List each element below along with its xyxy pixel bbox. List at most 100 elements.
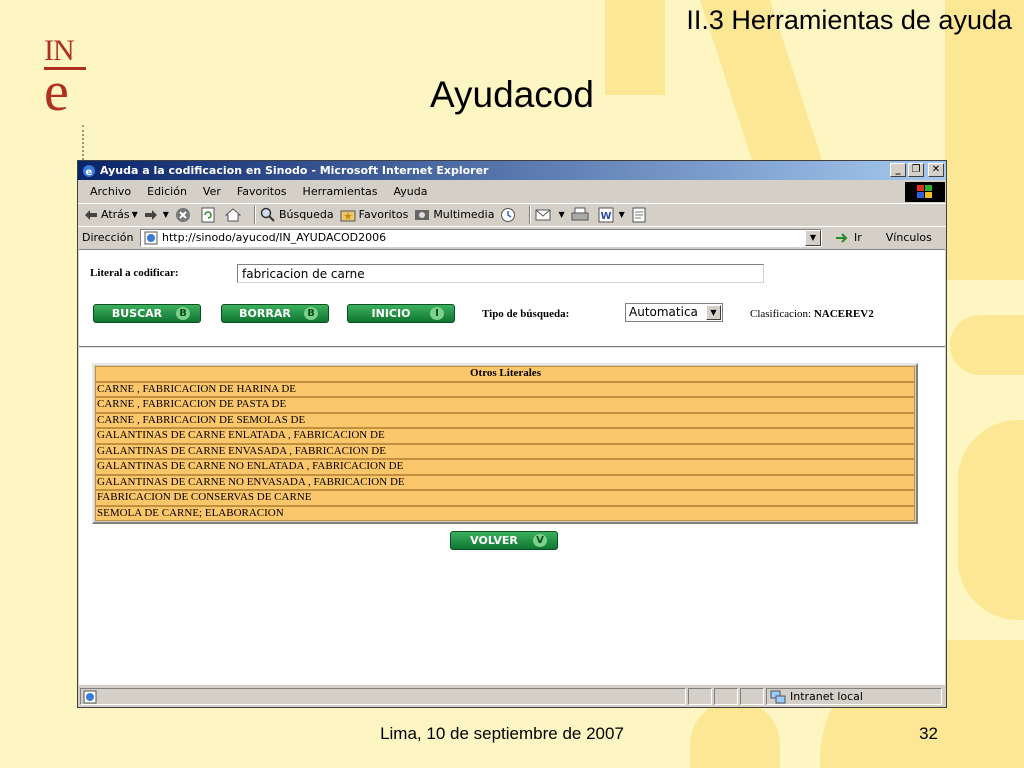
inicio-shortcut-key: I [430, 307, 444, 320]
back-button[interactable]: Atrás ▼ [84, 208, 138, 221]
browser-window: e Ayuda a la codificacion en Sinodo - Mi… [77, 160, 947, 708]
menu-herramientas[interactable]: Herramientas [295, 185, 386, 198]
go-arrow-icon [836, 232, 848, 243]
status-panel [688, 688, 712, 705]
menu-favoritos[interactable]: Favoritos [229, 185, 295, 198]
menu-ver[interactable]: Ver [195, 185, 229, 198]
address-label: Dirección [82, 231, 134, 244]
ie-icon: e [83, 164, 95, 178]
svg-text:W: W [600, 211, 611, 222]
buscar-button[interactable]: BUSCAR B [93, 304, 201, 323]
borrar-button[interactable]: BORRAR B [221, 304, 329, 323]
table-row[interactable]: CARNE , FABRICACION DE HARINA DE [95, 381, 915, 397]
history-button[interactable] [500, 207, 519, 223]
table-row[interactable]: CARNE , FABRICACION DE PASTA DE [95, 397, 915, 413]
literal-input[interactable] [237, 264, 764, 283]
close-button[interactable]: ✕ [928, 163, 944, 177]
table-row[interactable]: GALANTINAS DE CARNE ENVASADA , FABRICACI… [95, 443, 915, 459]
table-row[interactable]: CARNE , FABRICACION DE SEMOLAS DE [95, 412, 915, 428]
volver-label: VOLVER [470, 534, 518, 547]
forward-button[interactable]: ▼ [144, 209, 169, 221]
multimedia-icon [415, 209, 430, 220]
search-label: Búsqueda [278, 208, 334, 221]
home-button[interactable] [224, 207, 244, 223]
watermark-shape [958, 420, 1024, 620]
borrar-shortcut-key: B [304, 307, 318, 320]
table-row[interactable]: SEMOLA DE CARNE; ELABORACION [95, 505, 915, 521]
table-row[interactable]: GALANTINAS DE CARNE ENLATADA , FABRICACI… [95, 428, 915, 444]
page-done-icon [83, 690, 97, 703]
go-button[interactable]: Ir [835, 231, 862, 245]
window-titlebar[interactable]: e Ayuda a la codificacion en Sinodo - Mi… [78, 161, 946, 180]
status-panel [714, 688, 738, 705]
maximize-button[interactable]: ❐ [908, 163, 924, 177]
table-header: Otros Literales [95, 366, 915, 382]
windows-flag-icon [917, 185, 932, 198]
history-icon [501, 207, 516, 222]
volver-button[interactable]: VOLVER V [450, 531, 558, 550]
links-button[interactable]: Vínculos [886, 231, 932, 244]
search-button[interactable]: Búsqueda [260, 207, 334, 223]
refresh-button[interactable] [200, 207, 219, 223]
intranet-icon [770, 690, 786, 703]
dropdown-arrow-icon[interactable]: ▼ [558, 210, 564, 219]
buscar-label: BUSCAR [111, 307, 163, 320]
discuss-button[interactable] [631, 207, 650, 223]
page-icon [144, 231, 158, 244]
address-input[interactable]: http://sinodo/ayucod/IN_AYUDACOD2006 [140, 228, 822, 247]
literal-label: Literal a codificar: [90, 267, 179, 279]
footer-date: Lima, 10 de septiembre de 2007 [380, 724, 624, 743]
dropdown-arrow-icon[interactable]: ▼ [619, 210, 625, 219]
menu-archivo[interactable]: Archivo [82, 185, 139, 198]
print-icon [571, 207, 589, 220]
security-zone-label: Intranet local [790, 690, 863, 703]
standard-toolbar: Atrás▼ ▼ Búsqueda Favoritos Multimedia [78, 203, 946, 225]
svg-text:e: e [86, 167, 93, 178]
chevron-down-icon[interactable]: ▼ [706, 305, 721, 320]
toolbar-separator [253, 205, 256, 224]
dropdown-arrow-icon[interactable]: ▼ [163, 210, 169, 219]
slide-title: Ayudacod [430, 74, 594, 115]
stop-button[interactable] [175, 207, 194, 223]
security-zone[interactable]: Intranet local [766, 688, 942, 705]
multimedia-button[interactable]: Multimedia [414, 207, 494, 223]
status-bar: Intranet local [78, 686, 946, 707]
clasificacion-value: NACEREV2 [813, 308, 874, 320]
stop-icon [175, 207, 190, 222]
favorites-button[interactable]: Favoritos [340, 207, 408, 223]
address-dropdown-button[interactable]: ▼ [805, 229, 821, 246]
minimize-button[interactable]: _ [890, 163, 906, 177]
dropdown-arrow-icon[interactable]: ▼ [132, 210, 138, 219]
window-title: Ayuda a la codificacion en Sinodo - Micr… [100, 164, 489, 177]
status-panel [740, 688, 764, 705]
tipo-busqueda-select[interactable]: Automatica ▼ [625, 303, 723, 322]
print-button[interactable] [571, 207, 592, 223]
address-url: http://sinodo/ayucod/IN_AYUDACOD2006 [162, 231, 387, 244]
inicio-button[interactable]: INICIO I [347, 304, 455, 323]
search-icon [260, 207, 275, 222]
clasificacion-info: Clasificacion: NACEREV2 [750, 308, 874, 320]
mail-button[interactable]: ▼ [535, 207, 565, 223]
clasificacion-label: Clasificacion: [750, 308, 812, 320]
buscar-shortcut-key: B [176, 307, 190, 320]
table-row[interactable]: GALANTINAS DE CARNE NO ENVASADA , FABRIC… [95, 474, 915, 490]
address-bar: Dirección http://sinodo/ayucod/IN_AYUDAC… [78, 226, 946, 248]
forward-arrow-icon [144, 209, 157, 220]
mail-icon [535, 209, 551, 220]
borrar-label: BORRAR [239, 307, 291, 320]
menu-ayuda[interactable]: Ayuda [385, 185, 435, 198]
edit-word-button[interactable]: W ▼ [598, 207, 625, 223]
table-row[interactable]: FABRICACION DE CONSERVAS DE CARNE [95, 490, 915, 506]
page-content: Literal a codificar: BUSCAR B BORRAR B I… [79, 249, 945, 685]
volver-shortcut-key: V [533, 534, 547, 547]
favorites-icon [340, 210, 356, 221]
otros-literales-table: Otros Literales CARNE , FABRICACION DE H… [92, 363, 918, 524]
slide-section-title: II.3 Herramientas de ayuda [686, 5, 1012, 35]
refresh-icon [201, 207, 215, 222]
menu-edicion[interactable]: Edición [139, 185, 195, 198]
table-row[interactable]: GALANTINAS DE CARNE NO ENLATADA , FABRIC… [95, 459, 915, 475]
watermark-shape [945, 0, 1024, 280]
discuss-icon [632, 207, 646, 222]
content-divider [79, 346, 945, 348]
go-label: Ir [854, 231, 862, 244]
